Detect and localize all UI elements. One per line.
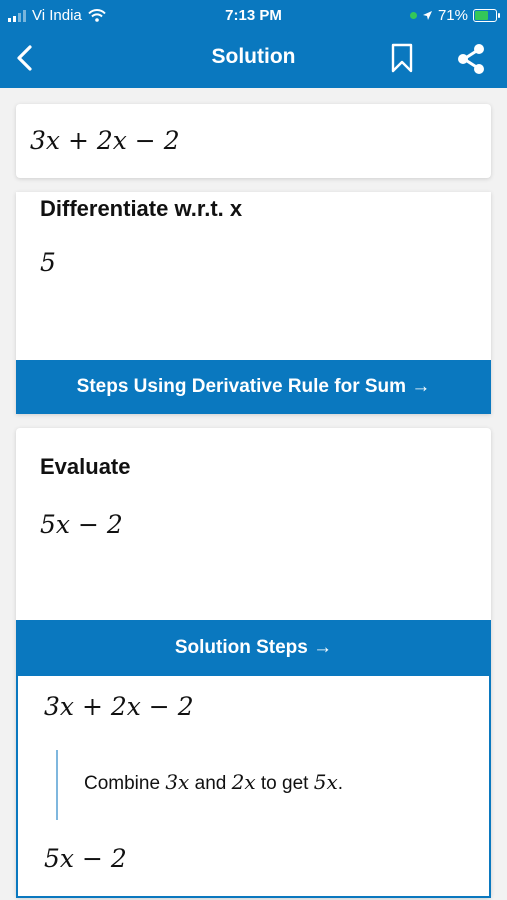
explain-and: and	[189, 773, 232, 794]
step-start-expression: 3x + 2x − 2	[44, 692, 194, 721]
evaluate-result: 5x − 2	[40, 510, 123, 539]
evaluate-heading: Evaluate	[40, 454, 131, 479]
step-explanation: Combine 3x and 2x to get 5x.	[84, 770, 343, 795]
solution-steps-panel: 3x + 2x − 2 Combine 3x and 2x to get 5x.…	[16, 676, 491, 898]
location-arrow-icon	[422, 11, 432, 20]
problem-card: 3x + 2x − 2	[16, 104, 491, 178]
privacy-dot-icon	[409, 12, 417, 19]
evaluate-card: Evaluate 5x − 2 Solution Steps → 3x + 2x…	[16, 428, 491, 898]
nav-bar: Solution	[0, 30, 507, 88]
status-bar: Vi India 7:13 PM 71%	[0, 0, 507, 30]
term-2x: 2x	[231, 770, 256, 794]
problem-expression: 3x + 2x − 2	[30, 126, 180, 155]
differentiate-result: 5	[40, 248, 56, 277]
differentiate-heading: Differentiate w.r.t. x	[40, 196, 243, 221]
derivative-steps-button[interactable]: Steps Using Derivative Rule for Sum →	[16, 360, 491, 414]
battery-icon	[473, 9, 500, 22]
step-divider	[56, 750, 58, 820]
share-icon[interactable]	[454, 42, 488, 76]
explain-prefix: Combine	[84, 773, 166, 794]
battery-fill	[475, 11, 489, 20]
explain-period: .	[337, 773, 344, 794]
differentiate-card: Differentiate w.r.t. x 5 Steps Using Der…	[16, 192, 491, 414]
term-5x: 5x	[313, 770, 338, 794]
status-right: 71%	[409, 7, 500, 24]
solution-steps-button[interactable]: Solution Steps →	[16, 620, 491, 676]
bookmark-icon[interactable]	[388, 42, 416, 74]
explain-to-get: to get	[255, 773, 314, 794]
battery-percent: 71%	[437, 7, 468, 24]
step-end-expression: 5x − 2	[44, 844, 127, 873]
page-title: Solution	[211, 45, 296, 68]
app-header: Vi India 7:13 PM 71% Solution	[0, 0, 507, 88]
term-3x: 3x	[165, 770, 190, 794]
